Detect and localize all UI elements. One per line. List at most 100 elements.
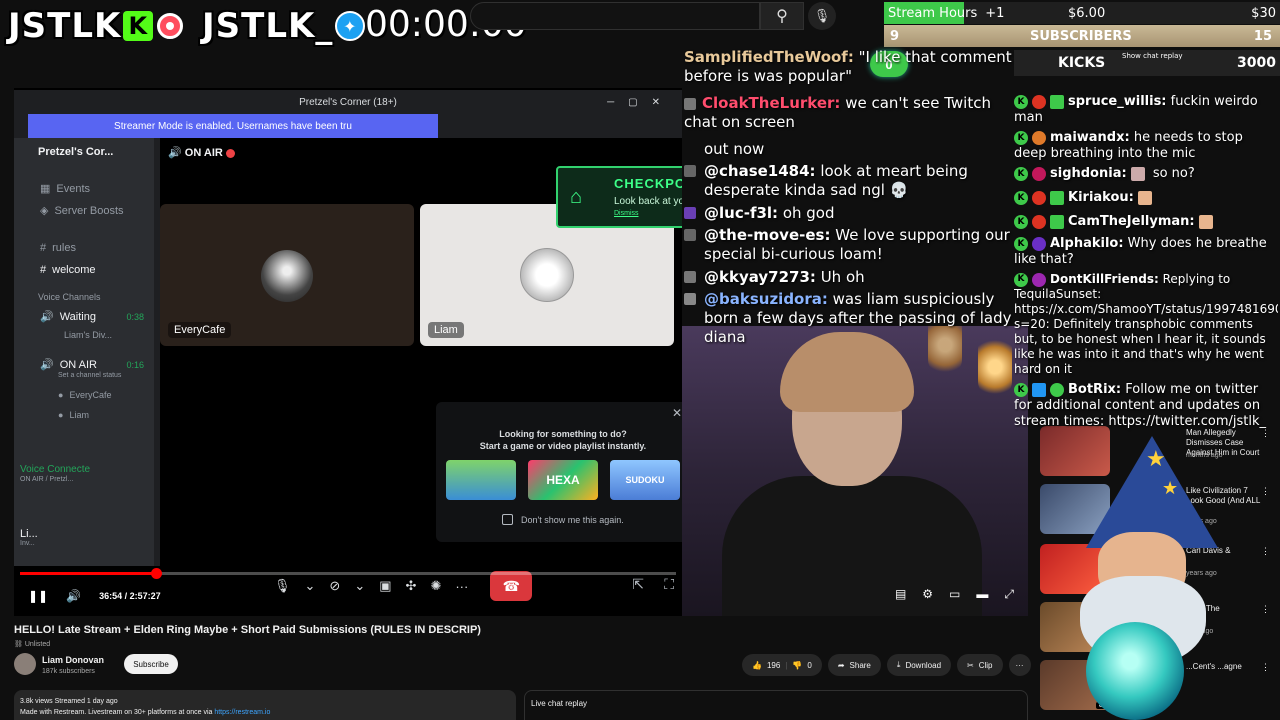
search-button[interactable]: ⚲ xyxy=(760,2,804,30)
channel-welcome[interactable]: # welcome xyxy=(40,264,96,276)
record-icon xyxy=(157,13,184,39)
voice-user[interactable]: Liam's Div... xyxy=(64,330,112,340)
checkbox[interactable] xyxy=(502,514,513,525)
channel-label: Waiting xyxy=(59,310,96,323)
checkpoint-title: CHECKPOINT xyxy=(614,176,682,191)
voice-search-button[interactable]: 🎙 xyxy=(808,2,836,30)
chat-author: maiwandx: xyxy=(1050,130,1130,145)
thumbs-down-icon[interactable]: 👎 xyxy=(792,661,802,670)
restream-link[interactable]: https://restream.io xyxy=(214,709,270,716)
fullscreen-icon[interactable]: ⤢ xyxy=(1004,587,1014,602)
badge-icon xyxy=(1032,382,1046,397)
kick-icon: K xyxy=(1014,166,1028,181)
settings-icon[interactable]: ⚙ xyxy=(922,587,933,602)
channel-name[interactable]: Liam Donovan xyxy=(42,655,104,665)
badge-icon xyxy=(1032,214,1046,229)
user-label: Liam xyxy=(69,410,89,420)
sidebar-item-events[interactable]: ▦ Events xyxy=(40,182,90,196)
thumbs-up-icon: 👍 xyxy=(752,660,762,670)
user-panel-name[interactable]: Li... xyxy=(20,528,38,540)
more-icon[interactable]: ⋮ xyxy=(1261,604,1270,615)
chevron-down-icon[interactable]: ⌄ xyxy=(305,578,316,594)
chat-author: BotRix: xyxy=(1068,382,1122,397)
progress-bar[interactable] xyxy=(20,568,676,579)
description-box[interactable]: 3.8k views Streamed 1 day ago Made with … xyxy=(14,690,516,720)
progress-scrubber[interactable] xyxy=(151,568,163,579)
soundboard-icon[interactable]: ✺ xyxy=(430,578,441,594)
waiting-time: 0:38 xyxy=(126,312,144,322)
badge-icon xyxy=(1032,272,1046,287)
category-label: Voice Channels xyxy=(38,292,101,302)
speaker-icon: 🔊 xyxy=(40,359,54,371)
game-tile-1[interactable] xyxy=(446,460,516,500)
unlisted-label: Unlisted xyxy=(24,641,51,648)
set-status[interactable]: Set a channel status xyxy=(58,372,121,379)
server-name[interactable]: Pretzel's Cor... xyxy=(38,146,113,158)
voice-connected-sub: ON AIR / Pretzl... xyxy=(20,476,74,483)
show-chat-replay[interactable]: Show chat replay xyxy=(1122,52,1183,60)
like-button[interactable]: 👍 196 | 👎 0 xyxy=(742,654,822,676)
more-icon[interactable]: ⋮ xyxy=(1261,486,1270,497)
dont-show-option[interactable]: Don't show me this again. xyxy=(502,514,624,525)
game-tile-sudoku[interactable]: SUDOKU xyxy=(610,460,680,500)
miniplayer-icon[interactable]: ▭ xyxy=(949,587,960,602)
avatar xyxy=(684,207,696,219)
star-icon: ★ xyxy=(1146,446,1166,471)
activities-icon[interactable]: ✣ xyxy=(406,578,417,594)
more-icon[interactable]: ⋮ xyxy=(1261,662,1270,673)
mic-icon: 🎙 xyxy=(813,8,831,23)
channel-rules[interactable]: # rules xyxy=(40,242,76,254)
player-controls: ❚❚ 🔊 36:54 / 2:57:27 xyxy=(28,584,161,608)
avatar xyxy=(261,250,313,302)
chevron-down-icon[interactable]: ⌄ xyxy=(354,578,365,594)
subscribe-button[interactable]: Subscribe xyxy=(124,654,178,674)
calendar-icon: ▦ xyxy=(40,183,51,195)
checkpoint-banner[interactable]: ⌂ CHECKPOINT Look back at your 2025 on D… xyxy=(556,166,682,228)
search-input[interactable] xyxy=(470,2,760,30)
chat-author: @kkyay7273: xyxy=(704,268,816,286)
checkpoint-dismiss[interactable]: Dismiss xyxy=(614,210,639,217)
chat-author: Alphakilo: xyxy=(1050,236,1124,251)
popout-icon[interactable]: ⇱ xyxy=(632,576,644,593)
activity-popup: ✕ Looking for something to do? Start a g… xyxy=(436,402,682,542)
chat-author: DontKillFriends: xyxy=(1050,272,1159,286)
participant-tile-everycafe[interactable]: EveryCafe xyxy=(160,204,414,346)
chat-overlay-youtube: SamplifiedTheWoof: "I like that comment … xyxy=(684,46,1018,346)
discord-window: Pretzel's Corner (18+) ─▢✕ Streamer Mode… xyxy=(14,90,682,601)
kick-icon: K xyxy=(1014,94,1028,109)
pause-icon[interactable]: ❚❚ xyxy=(28,589,48,603)
sidebar-item-boosts[interactable]: ◈ Server Boosts xyxy=(40,204,124,218)
close-icon[interactable]: ✕ xyxy=(672,406,682,420)
voice-header-label: ON AIR xyxy=(184,147,223,159)
game-tile-hexa[interactable]: HEXA xyxy=(528,460,598,500)
channel-avatar[interactable] xyxy=(14,653,36,675)
theater-icon[interactable]: ▬ xyxy=(976,587,988,602)
more-actions-button[interactable]: ··· xyxy=(1008,654,1031,676)
end-call-button[interactable]: ☎ xyxy=(490,571,533,601)
video-actions: 👍 196 | 👎 0 ➦ Share ⤓ Download ✂ Clip ··· xyxy=(742,654,1031,676)
voice-channel-onair[interactable]: 🔊 ON AIR xyxy=(40,358,97,372)
voice-channels-header[interactable]: Voice Channels xyxy=(38,292,101,302)
captions-icon[interactable]: ▤ xyxy=(895,587,906,602)
voice-user-liam[interactable]: ● Liam xyxy=(58,410,89,420)
video-player[interactable]: Pretzel's Corner (18+) ─▢✕ Streamer Mode… xyxy=(14,88,682,616)
channel-label: rules xyxy=(52,242,76,254)
emote-icon xyxy=(1198,214,1213,229)
volume-icon[interactable]: 🔊 xyxy=(66,589,81,603)
more-icon[interactable]: ⋮ xyxy=(1261,546,1270,557)
user-panel-sub: Inv... xyxy=(20,540,35,547)
share-button[interactable]: ➦ Share xyxy=(827,654,881,676)
goal-delta: +1 xyxy=(985,5,1005,21)
chat-author: CloakTheLurker: xyxy=(702,94,841,112)
chat-author: spruce_willis: xyxy=(1068,94,1167,109)
sidebar-item-label: Server Boosts xyxy=(54,204,124,217)
camera-off-icon[interactable]: ⊘ xyxy=(329,578,340,594)
screen-share-icon[interactable]: ▣ xyxy=(379,578,391,594)
download-button[interactable]: ⤓ Download xyxy=(886,654,952,676)
more-icon[interactable]: ··· xyxy=(455,579,468,594)
mic-icon[interactable]: 🎙 xyxy=(274,578,291,594)
webcam-feed: ▤ ⚙ ▭ ▬ ⤢ xyxy=(682,326,1028,616)
fullscreen-icon[interactable]: ⛶ xyxy=(664,576,674,593)
voice-user-everycafe[interactable]: ● EveryCafe xyxy=(58,390,111,400)
clip-button[interactable]: ✂ Clip xyxy=(957,654,1003,676)
